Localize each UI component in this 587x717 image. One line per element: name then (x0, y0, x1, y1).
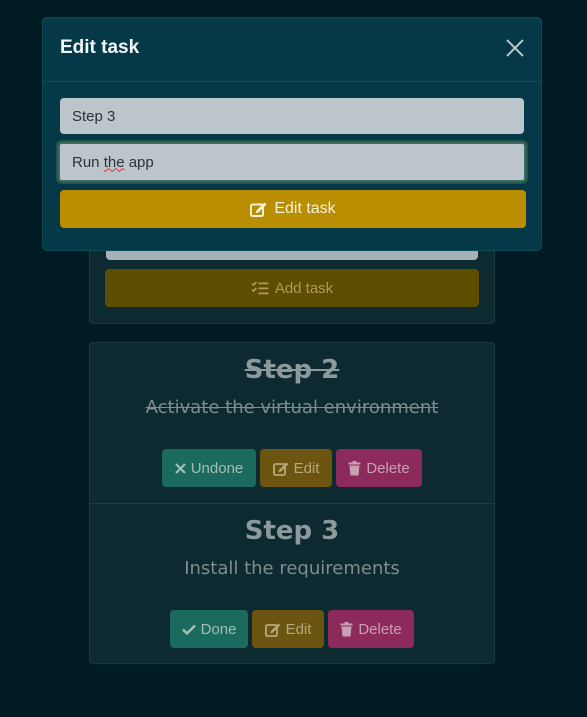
edit-icon (250, 201, 267, 217)
edit-task-modal: Edit task Step 3 Run the app Edit task (42, 17, 542, 251)
task-description-input[interactable]: Run the app (58, 142, 526, 182)
task-description-input-value: Run the app (72, 153, 154, 171)
task-title-input-value: Step 3 (72, 107, 116, 125)
close-icon (505, 38, 527, 58)
modal-title: Edit task (60, 37, 140, 58)
modal-header: Edit task (43, 18, 541, 82)
close-button[interactable] (505, 38, 527, 60)
edit-task-submit-button[interactable]: Edit task (60, 190, 526, 228)
task-title-input[interactable]: Step 3 (60, 98, 524, 134)
edit-task-submit-label: Edit task (274, 200, 336, 217)
